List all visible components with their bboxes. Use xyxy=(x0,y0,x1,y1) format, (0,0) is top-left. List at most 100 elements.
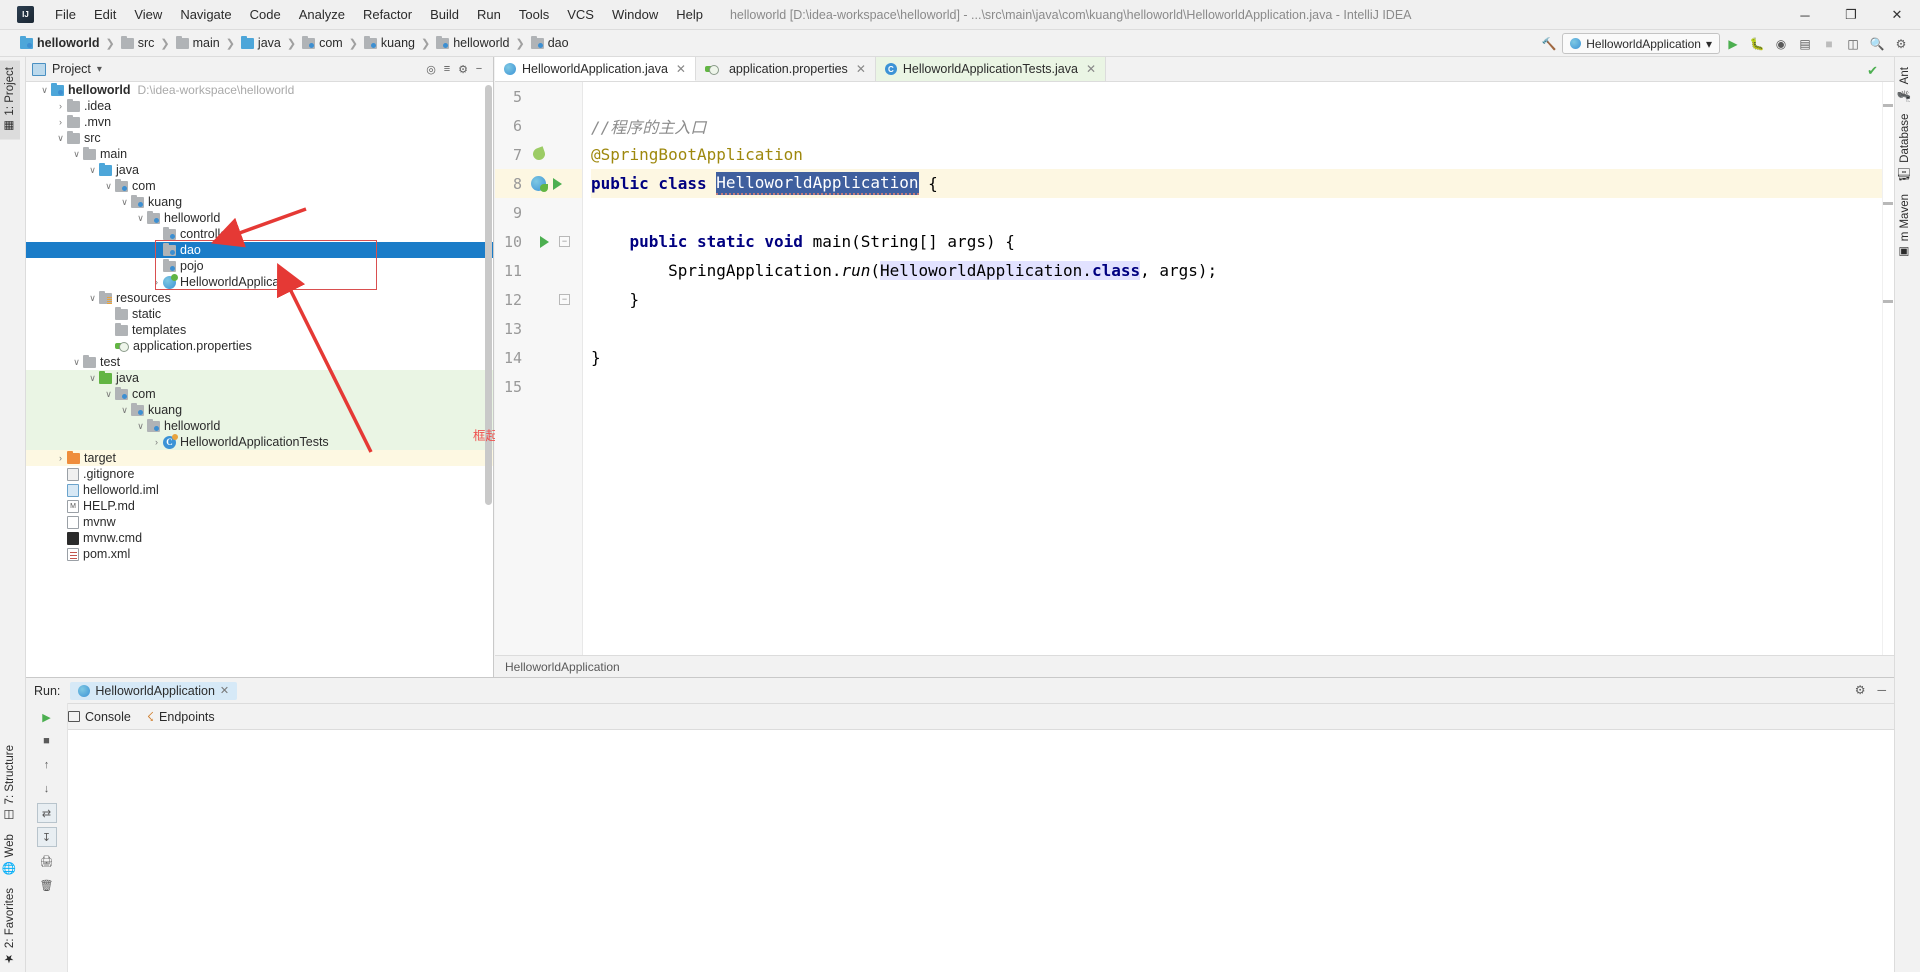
tab-application-properties[interactable]: application.properties ✕ xyxy=(695,57,876,81)
tree-item-target[interactable]: › target xyxy=(26,450,493,466)
sidebar-item-maven[interactable]: ▣ m Maven xyxy=(1895,188,1915,265)
tree-item--mvn[interactable]: › .mvn xyxy=(26,114,493,130)
menu-item-window[interactable]: Window xyxy=(603,3,667,26)
tree-item-test[interactable]: ∨ test xyxy=(26,354,493,370)
menu-item-code[interactable]: Code xyxy=(241,3,290,26)
chevron-right-icon[interactable]: › xyxy=(150,437,163,447)
chevron-down-icon[interactable]: ∨ xyxy=(102,181,115,192)
menu-item-run[interactable]: Run xyxy=(468,3,510,26)
tree-item--idea[interactable]: › .idea xyxy=(26,98,493,114)
chevron-down-icon[interactable]: ∨ xyxy=(70,357,83,368)
scroll-to-end-icon[interactable]: ↧ xyxy=(36,827,57,847)
tree-item-pom-xml[interactable]: pom.xml xyxy=(26,546,493,562)
maximize-button[interactable]: ❐ xyxy=(1828,0,1874,30)
tab-endpoints[interactable]: ☇ Endpoints xyxy=(147,709,215,725)
chevron-down-icon[interactable]: ∨ xyxy=(102,389,115,400)
run-method-icon[interactable] xyxy=(540,236,549,248)
breadcrumb-item-helloworld-pkg[interactable]: helloworld ❯ xyxy=(436,35,531,50)
menu-item-refactor[interactable]: Refactor xyxy=(354,3,421,26)
scroll-down-icon[interactable]: ↓ xyxy=(37,779,57,799)
menu-item-tools[interactable]: Tools xyxy=(510,3,558,26)
print-icon[interactable]: 🖨 xyxy=(37,851,57,871)
scroll-from-source-icon[interactable]: ◎ xyxy=(423,61,439,77)
menu-item-edit[interactable]: Edit xyxy=(85,3,125,26)
chevron-right-icon[interactable]: › xyxy=(54,453,67,463)
tree-item-java[interactable]: ∨ java xyxy=(26,370,493,386)
tree-item-helloworld[interactable]: ∨ helloworld xyxy=(26,210,493,226)
tree-item-controller[interactable]: controller xyxy=(26,226,493,242)
chevron-right-icon[interactable]: › xyxy=(150,277,163,287)
collapse-all-icon[interactable]: ≡ xyxy=(439,61,455,77)
tree-item-src[interactable]: ∨ src xyxy=(26,130,493,146)
editor-gutter[interactable]: 5 6 7 8 9 10 − 11 12 − 13 14 15 xyxy=(495,82,583,677)
tree-item-static[interactable]: static xyxy=(26,306,493,322)
close-tab-icon[interactable]: ✕ xyxy=(856,62,866,76)
tree-item-kuang[interactable]: ∨ kuang xyxy=(26,402,493,418)
close-tab-icon[interactable]: ✕ xyxy=(1086,62,1096,76)
tree-item--gitignore[interactable]: .gitignore xyxy=(26,466,493,482)
tree-item-helloworld[interactable]: ∨ helloworld xyxy=(26,418,493,434)
menu-item-build[interactable]: Build xyxy=(421,3,468,26)
breadcrumb-item-kuang[interactable]: kuang ❯ xyxy=(363,35,436,50)
chevron-right-icon[interactable]: › xyxy=(54,101,67,111)
settings-gear-icon[interactable]: ⚙ xyxy=(1890,33,1912,54)
tree-item-templates[interactable]: templates xyxy=(26,322,493,338)
stop-icon[interactable]: ■ xyxy=(37,731,57,751)
rerun-icon[interactable]: ▶ xyxy=(37,707,57,727)
breadcrumb-item-com[interactable]: com ❯ xyxy=(302,35,364,50)
tab-console[interactable]: Console xyxy=(68,710,131,724)
run-config-tab[interactable]: HelloworldApplication ✕ xyxy=(70,681,238,700)
tab-helloworldapplicationtests-java[interactable]: C HelloworldApplicationTests.java ✕ xyxy=(875,57,1107,81)
settings-gear-icon[interactable]: ⚙ xyxy=(1855,683,1866,697)
sidebar-item-favorites[interactable]: ★ 2: Favorites xyxy=(0,882,20,972)
tree-item-kuang[interactable]: ∨ kuang xyxy=(26,194,493,210)
sidebar-item-structure[interactable]: ◫ 7: Structure xyxy=(0,739,20,828)
tree-item-pojo[interactable]: pojo xyxy=(26,258,493,274)
breadcrumb-item-java[interactable]: java ❯ xyxy=(240,35,302,50)
spring-bean-icon[interactable] xyxy=(531,146,547,162)
tree-item-com[interactable]: ∨ com xyxy=(26,178,493,194)
soft-wrap-icon[interactable]: ⇄ xyxy=(36,803,57,823)
hide-panel-icon[interactable]: − xyxy=(471,61,487,77)
close-tab-icon[interactable]: ✕ xyxy=(676,62,686,76)
code-fold-toggle[interactable]: − xyxy=(559,236,570,247)
menu-item-analyze[interactable]: Analyze xyxy=(290,3,354,26)
run-configuration-selector[interactable]: HelloworldApplication ▾ xyxy=(1562,33,1720,54)
menu-item-view[interactable]: View xyxy=(125,3,171,26)
chevron-down-icon[interactable]: ∨ xyxy=(134,213,147,224)
breadcrumb-item-helloworld[interactable]: helloworld ❯ xyxy=(20,35,121,50)
sidebar-item-project[interactable]: ▦ 1: Project xyxy=(0,61,20,140)
minimize-button[interactable]: ─ xyxy=(1782,0,1828,30)
project-tree[interactable]: ∨ helloworld D:\idea-workspace\helloworld ›… xyxy=(26,82,493,677)
tree-item-helloworld-iml[interactable]: helloworld.iml xyxy=(26,482,493,498)
spring-bean-icon[interactable] xyxy=(531,176,548,192)
menu-item-navigate[interactable]: Navigate xyxy=(171,3,240,26)
scroll-up-icon[interactable]: ↑ xyxy=(37,755,57,775)
tree-item-application-properties[interactable]: application.properties xyxy=(26,338,493,354)
tree-item-com[interactable]: ∨ com xyxy=(26,386,493,402)
chevron-down-icon[interactable]: ∨ xyxy=(134,421,147,432)
menu-item-vcs[interactable]: VCS xyxy=(558,3,603,26)
console-output[interactable] xyxy=(68,730,1894,972)
hide-panel-icon[interactable]: ─ xyxy=(1877,683,1886,697)
close-icon[interactable]: ✕ xyxy=(220,684,229,697)
chevron-down-icon[interactable]: ∨ xyxy=(54,133,67,144)
tree-item-resources[interactable]: ∨ resources xyxy=(26,290,493,306)
breadcrumb-item-main[interactable]: main ❯ xyxy=(175,35,241,50)
run-icon[interactable]: ▶ xyxy=(1722,33,1744,54)
inspection-status-icon[interactable]: ✔ xyxy=(1867,63,1878,79)
profiler-icon[interactable]: ▤ xyxy=(1794,33,1816,54)
sidebar-item-web[interactable]: 🌐 Web xyxy=(0,828,20,882)
sidebar-item-ant[interactable]: 🐜 Ant xyxy=(1895,61,1915,108)
tree-item-main[interactable]: ∨ main xyxy=(26,146,493,162)
tree-item-helloworld[interactable]: ∨ helloworld D:\idea-workspace\helloworld xyxy=(26,82,493,98)
editor-marker-bar[interactable] xyxy=(1882,82,1894,677)
chevron-down-icon[interactable]: ∨ xyxy=(86,373,99,384)
search-icon[interactable]: 🔍 xyxy=(1866,33,1888,54)
close-button[interactable]: ✕ xyxy=(1874,0,1920,30)
debug-icon[interactable]: 🐛 xyxy=(1746,33,1768,54)
tab-helloworldapplication-java[interactable]: HelloworldApplication.java ✕ xyxy=(495,57,696,81)
chevron-down-icon[interactable]: ∨ xyxy=(118,405,131,416)
tree-item-java[interactable]: ∨ java xyxy=(26,162,493,178)
project-tree-scrollbar[interactable] xyxy=(484,85,493,645)
